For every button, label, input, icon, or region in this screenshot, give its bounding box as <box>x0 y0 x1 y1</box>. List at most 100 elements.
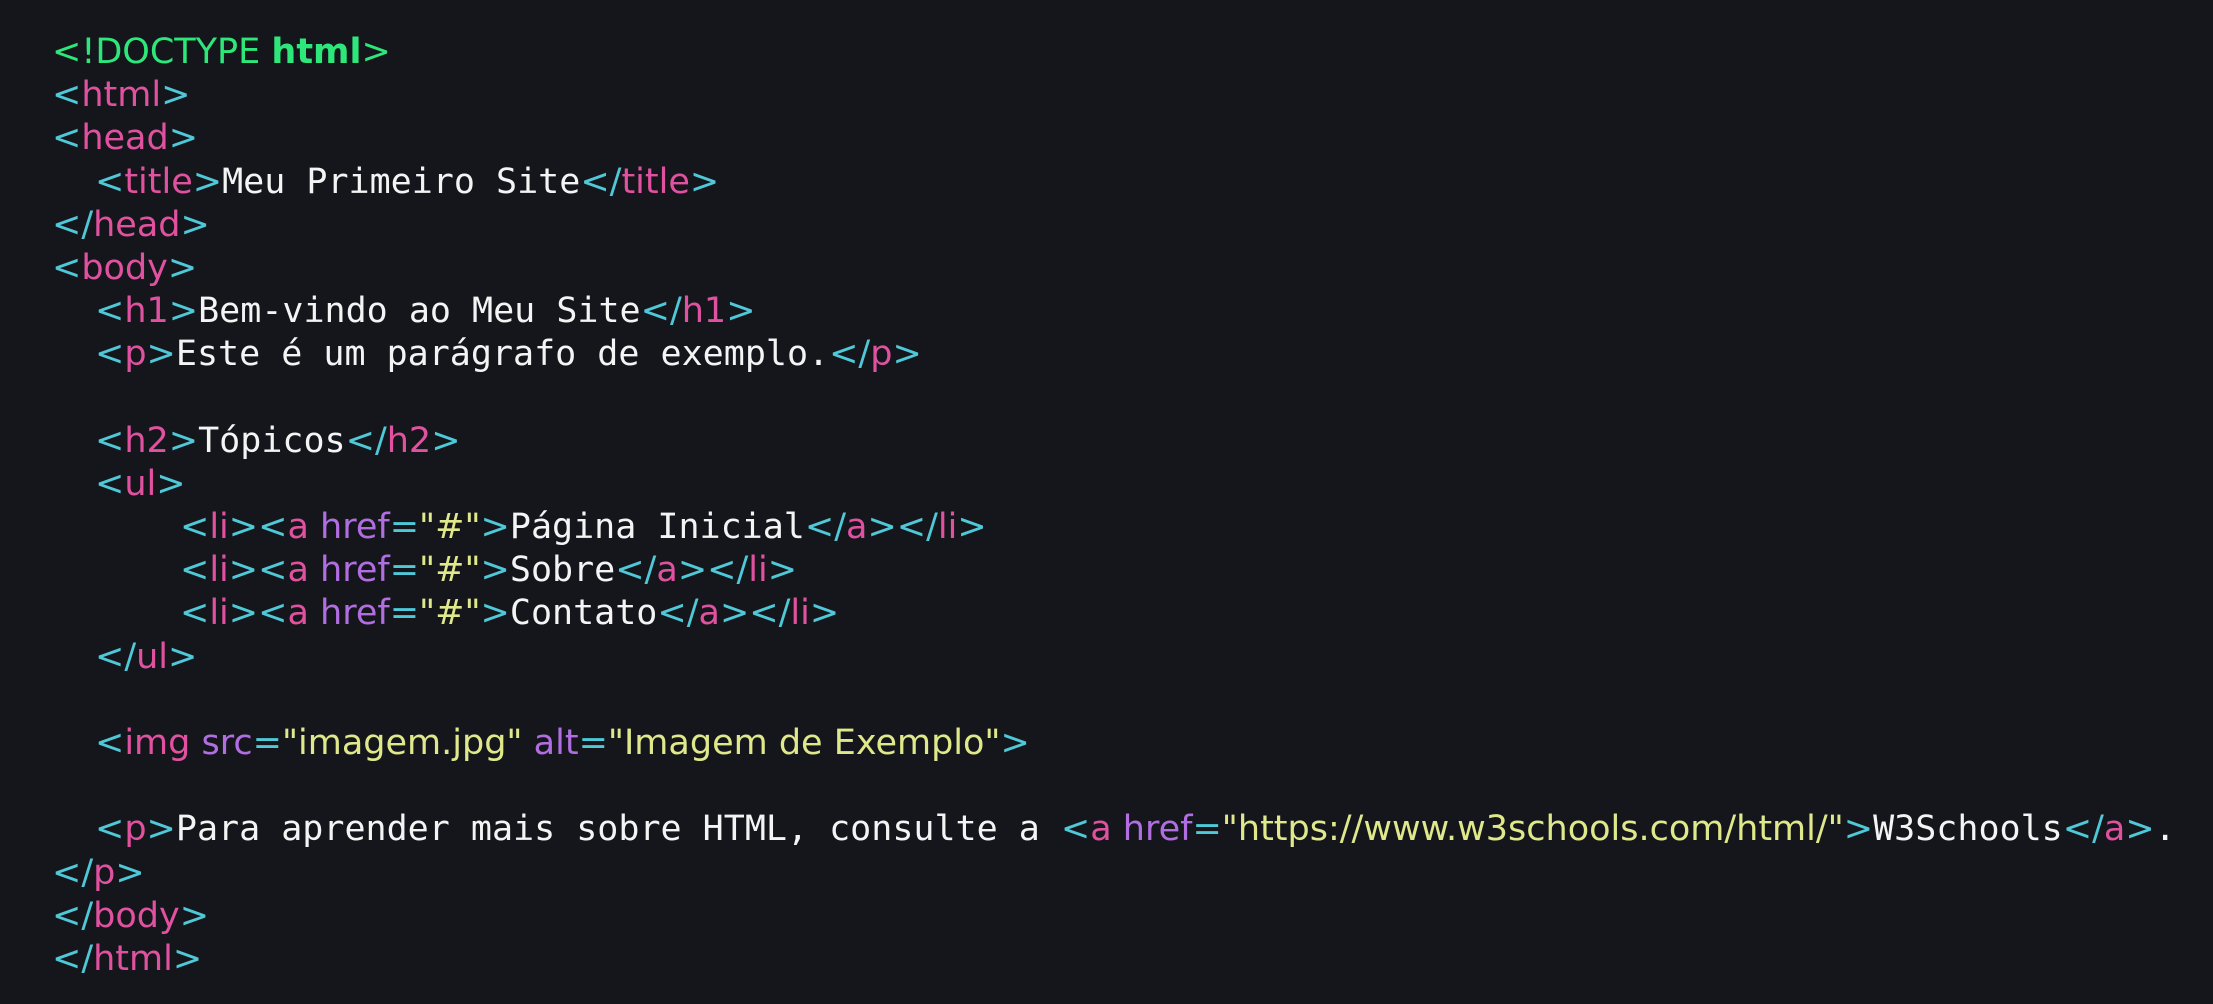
code-line-6: <body> <box>52 247 2213 290</box>
bracket: > <box>172 938 203 979</box>
tag-name: a <box>287 507 309 548</box>
attribute-name: href <box>308 550 390 591</box>
bracket: </ <box>345 420 387 461</box>
bracket: > <box>161 75 191 116</box>
doctype-open: <!DOCTYPE <box>52 32 272 72</box>
attribute-name: href <box>308 507 390 548</box>
bracket: > <box>179 895 210 936</box>
bracket: > <box>228 593 259 634</box>
bracket: < <box>95 809 125 850</box>
attribute-value: "imagem.jpg" <box>281 723 523 763</box>
tag-name: h2 <box>124 420 169 461</box>
tag-name: ul <box>136 636 169 677</box>
bracket: </ <box>640 291 682 332</box>
tag-name: p <box>93 852 116 893</box>
doctype-keyword: html <box>271 32 362 72</box>
bracket: < <box>180 593 210 634</box>
bracket: > <box>180 204 210 245</box>
bracket: > <box>677 550 708 591</box>
tag-name: a <box>656 550 678 591</box>
bracket: > <box>168 291 199 332</box>
bracket: > <box>167 247 198 288</box>
code-line-19: <p>Para aprender mais sobre HTML, consul… <box>52 808 2213 851</box>
tag-name: a <box>2103 809 2126 850</box>
bracket: > <box>719 593 750 634</box>
bracket: > <box>146 809 176 850</box>
bracket: </ <box>615 550 657 591</box>
bracket: > <box>156 463 186 504</box>
text-content: Este é um parágrafo de exemplo. <box>175 334 830 375</box>
attribute-name: alt <box>522 723 579 763</box>
bracket: < <box>52 247 82 288</box>
bracket: > <box>228 550 259 591</box>
bracket: > <box>1000 723 1030 763</box>
bracket: < <box>52 118 82 159</box>
text-content: Para aprender mais sobre HTML, consulte … <box>175 809 1061 850</box>
bracket: </ <box>657 593 699 634</box>
bracket: < <box>258 507 288 548</box>
text-content: Bem-vindo ao Meu Site <box>198 291 641 332</box>
code-line-7: <h1>Bem-vindo ao Meu Site</h1> <box>52 290 2213 333</box>
code-line-11: <ul> <box>52 463 2213 506</box>
attribute-name: href <box>1111 809 1193 850</box>
tag-name: h2 <box>386 420 432 461</box>
equals-sign: = <box>389 550 420 591</box>
bracket: > <box>726 291 756 332</box>
bracket: < <box>95 334 125 375</box>
bracket: < <box>1060 809 1091 850</box>
tag-name: p <box>870 334 893 375</box>
attribute-value: "#" <box>419 550 481 591</box>
code-line-3: <head> <box>52 117 2213 160</box>
code-line-8: <p>Este é um parágrafo de exemplo.</p> <box>52 333 2213 376</box>
tag-name: title <box>621 161 690 202</box>
bracket: > <box>867 507 897 548</box>
text-content: Meu Primeiro Site <box>222 161 581 202</box>
bracket: </ <box>52 938 94 979</box>
code-line-13: <li><a href="#">Sobre</a></li> <box>52 549 2213 592</box>
bracket: > <box>168 118 199 159</box>
tag-name: a <box>698 593 720 634</box>
bracket: > <box>2125 809 2155 850</box>
code-line-10: <h2>Tópicos</h2> <box>52 420 2213 463</box>
bracket: > <box>480 507 510 548</box>
bracket: > <box>689 161 720 202</box>
attribute-value: "https://www.w3schools.com/html/" <box>1221 809 1844 850</box>
tag-name: html <box>93 938 173 979</box>
bracket: > <box>767 550 798 591</box>
code-line-20: </p> <box>52 852 2213 895</box>
bracket: > <box>168 636 198 677</box>
tag-name: body <box>93 895 180 936</box>
bracket: </ <box>896 507 938 548</box>
code-line-22: </html> <box>52 938 2213 981</box>
tag-name: li <box>748 550 768 591</box>
attribute-value: "#" <box>419 593 481 634</box>
tag-name: a <box>846 507 868 548</box>
tag-name: h1 <box>124 291 169 332</box>
bracket: > <box>480 593 510 634</box>
bracket: < <box>258 593 288 634</box>
bracket: </ <box>52 895 94 936</box>
bracket: > <box>480 550 510 591</box>
tag-name: body <box>81 247 168 288</box>
tag-name: p <box>124 334 147 375</box>
bracket: </ <box>829 334 871 375</box>
tag-name: li <box>209 550 229 591</box>
bracket: < <box>95 723 125 763</box>
tag-name: ul <box>124 463 157 504</box>
code-line-15: </ul> <box>52 636 2213 679</box>
bracket: </ <box>52 204 94 245</box>
tag-name: li <box>209 507 229 548</box>
code-line-4: <title>Meu Primeiro Site</title> <box>52 161 2213 204</box>
bracket: < <box>95 161 125 202</box>
equals-sign: = <box>389 507 420 548</box>
code-editor[interactable]: <!DOCTYPE html> <html> <head> <title>Meu… <box>0 0 2213 1004</box>
text-content: W3Schools <box>1873 809 2063 850</box>
tag-name: img <box>124 723 191 763</box>
bracket: </ <box>749 593 791 634</box>
bracket: < <box>52 75 82 116</box>
tag-name: a <box>287 550 309 591</box>
attribute-name: href <box>308 593 390 634</box>
bracket: < <box>95 291 125 332</box>
